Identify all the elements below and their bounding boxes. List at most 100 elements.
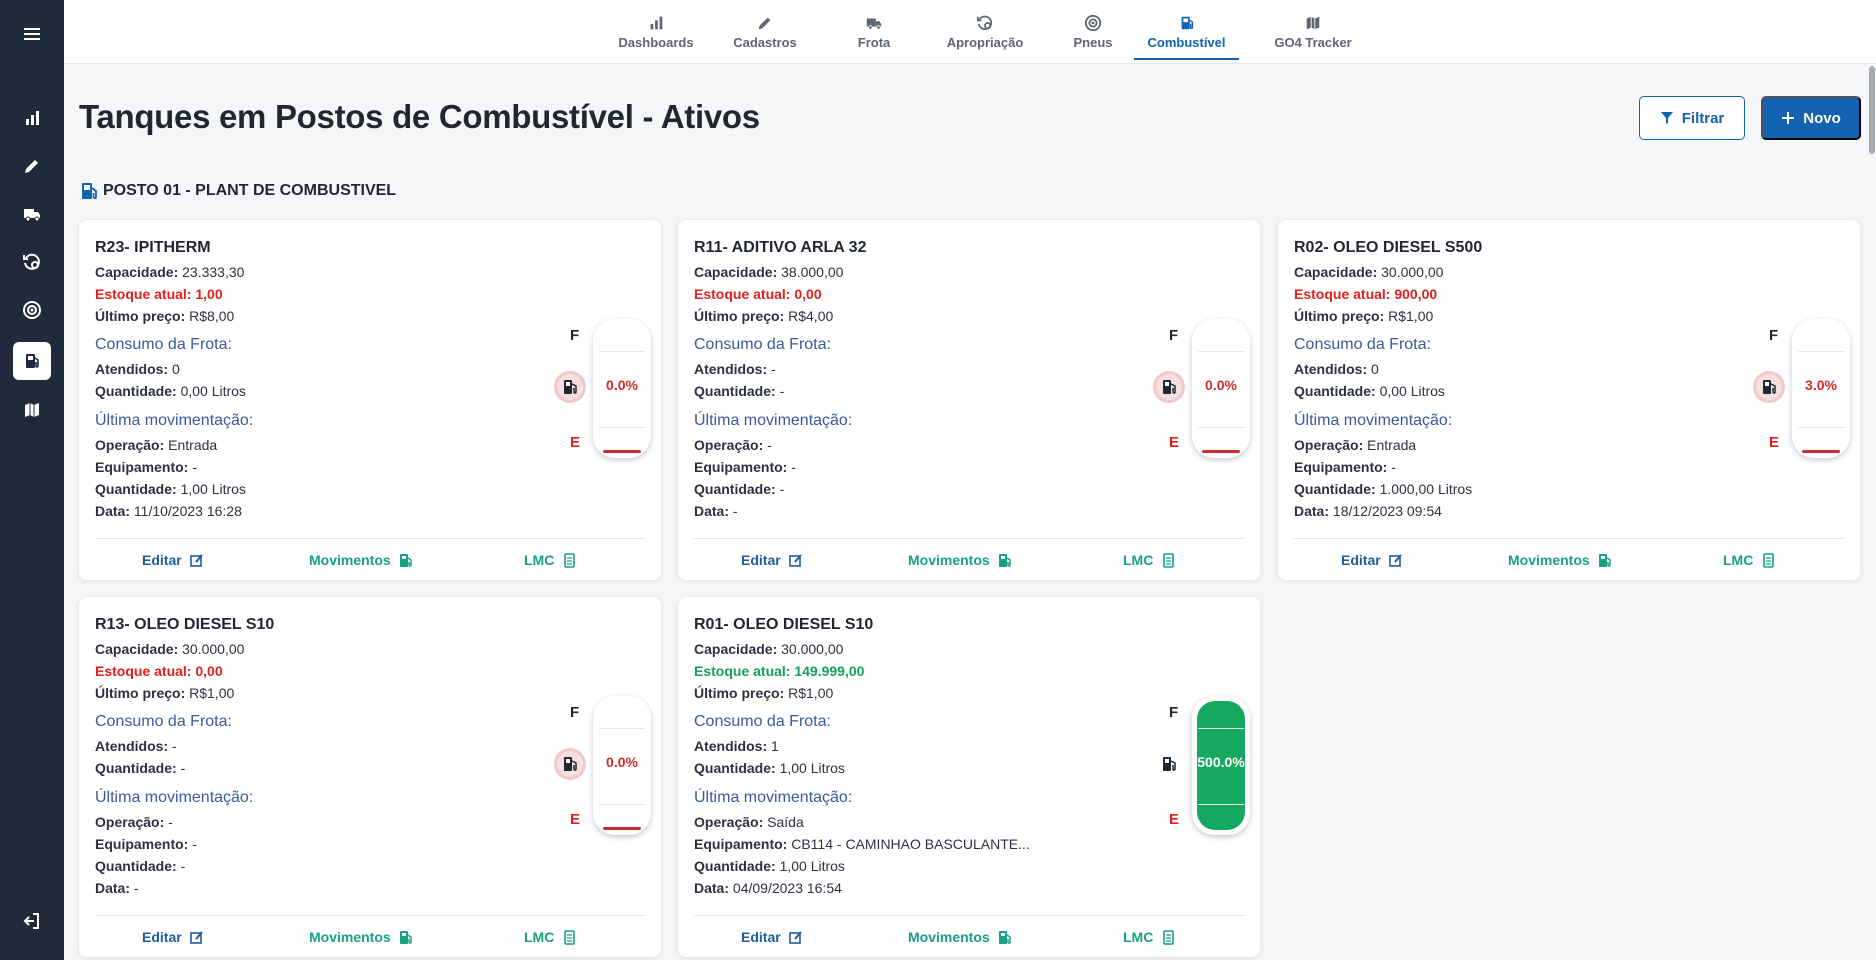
movements-link[interactable]: Movimentos [908,929,1012,945]
gauge-empty-mark [1202,450,1240,453]
gauge-empty-label: E [570,434,581,451]
sidebar-item-apropriacao[interactable] [13,243,51,281]
tab-dashboards[interactable]: Dashboards [604,0,708,64]
edit-label: Editar [1341,552,1381,568]
last-movement-heading: Última movimentação: [95,789,254,806]
lmc-link[interactable]: LMC [1123,552,1175,568]
gauge-percentage: 0.0% [606,377,638,393]
tank-name: R01- OLEO DIESEL S10 [694,616,874,633]
movements-link[interactable]: Movimentos [1508,552,1612,568]
equipment-line: Equipamento: - [95,836,197,852]
gauge-empty-mark [603,827,641,830]
lmc-label: LMC [1723,552,1754,568]
operation-line: Operação: Entrada [95,437,218,453]
gauge-empty-label: E [570,811,581,828]
lmc-label: LMC [1123,929,1154,945]
sidebar-item-dashboards[interactable] [13,99,51,137]
card-actions: Editar Movimentos LMC [1278,552,1860,574]
last-movement-heading: Última movimentação: [694,412,853,429]
price-line: Último preço: R$4,00 [694,308,834,324]
movement-qty-line: Quantidade: 1,00 Litros [95,481,246,497]
bar-chart-icon [26,111,39,125]
menu-icon[interactable] [13,15,51,53]
movements-label: Movimentos [1508,552,1590,568]
movements-link[interactable]: Movimentos [309,929,413,945]
movement-qty-line: Quantidade: - [95,858,186,874]
stock-value: Estoque atual: 1,00 [95,286,223,302]
equipment-line: Equipamento: - [95,459,197,475]
sidebar-item-cadastros[interactable] [13,147,51,185]
gauge-percentage: 500.0% [1197,754,1245,770]
stock-line: Estoque atual: 1,00 [95,286,223,302]
tab-frota[interactable]: Frota [834,0,914,64]
fuel-gauge: 3.0% [1792,319,1850,458]
last-movement-heading: Última movimentação: [1294,412,1453,429]
tab-pneus[interactable]: Pneus [1048,0,1138,64]
sidebar-item-pneus[interactable] [13,291,51,329]
document-list-icon [1163,552,1175,568]
movement-qty-line: Quantidade: - [694,481,785,497]
fuel-pump-icon [1598,553,1611,567]
sidebar [0,0,64,960]
lmc-link[interactable]: LMC [524,552,576,568]
tab-label: Frota [857,35,891,50]
date-line: Data: - [694,503,738,519]
edit-link[interactable]: Editar [142,552,204,568]
edit-label: Editar [741,929,781,945]
page-title: Tanques em Postos de Combustível - Ativo… [79,98,760,135]
served-line: Atendidos: 0 [95,361,180,377]
top-nav: Dashboards Cadastros Frota Apropriação P… [64,0,1876,64]
tank-card: R13- OLEO DIESEL S10 Capacidade: 30.000,… [79,597,661,957]
tab-label: Dashboards [618,35,694,50]
movements-link[interactable]: Movimentos [309,552,413,568]
date-line: Data: 11/10/2023 16:28 [95,503,242,519]
gauge-tick [599,728,645,729]
gauge-tick [1198,427,1244,428]
edit-label: Editar [142,552,182,568]
edit-link[interactable]: Editar [142,929,204,945]
plus-icon [1782,112,1795,124]
edit-link[interactable]: Editar [1341,552,1403,568]
lmc-label: LMC [524,552,555,568]
tab-cadastros[interactable]: Cadastros [715,0,815,64]
filter-button[interactable]: Filtrar [1639,96,1745,140]
lmc-link[interactable]: LMC [1123,929,1175,945]
sidebar-item-combustivel[interactable] [13,342,51,380]
served-line: Atendidos: 1 [694,738,779,754]
tab-label: Apropriação [946,35,1024,50]
tire-icon [1084,14,1102,32]
tab-combustivel[interactable]: Combustível [1134,0,1239,64]
tab-go4-tracker[interactable]: GO4 Tracker [1258,0,1368,64]
lmc-link[interactable]: LMC [524,929,576,945]
edit-link[interactable]: Editar [741,552,803,568]
edit-link[interactable]: Editar [741,929,803,945]
tank-card: R01- OLEO DIESEL S10 Capacidade: 30.000,… [678,597,1260,957]
price-line: Último preço: R$8,00 [95,308,235,324]
gauge-tick [1798,351,1844,352]
new-button[interactable]: Novo [1761,96,1861,140]
movements-link[interactable]: Movimentos [908,552,1012,568]
edit-icon [189,553,203,567]
gauge-empty-mark [1802,450,1840,453]
logout-button[interactable] [13,902,51,940]
tab-apropriacao[interactable]: Apropriação [930,0,1040,64]
sidebar-item-frota[interactable] [13,195,51,233]
fuel-pump-icon [399,553,412,567]
lmc-label: LMC [524,929,555,945]
fuel-pump-icon [82,183,97,200]
lmc-link[interactable]: LMC [1723,552,1775,568]
served-line: Atendidos: - [694,361,776,377]
card-divider [95,915,645,916]
edit-icon [189,930,203,944]
consumption-qty-line: Quantidade: 0,00 Litros [95,383,246,399]
card-divider [694,915,1244,916]
date-line: Data: 18/12/2023 09:54 [1294,503,1442,519]
sidebar-item-tracker[interactable] [13,391,51,429]
edit-icon [788,553,802,567]
stock-value: Estoque atual: 149.999,00 [694,663,865,679]
scrollbar[interactable] [1869,66,1875,154]
gauge-empty-label: E [1169,434,1180,451]
fleet-consumption-heading: Consumo da Frota: [694,336,831,353]
stock-line: Estoque atual: 900,00 [1294,286,1437,302]
gauge-empty-label: E [1169,811,1180,828]
